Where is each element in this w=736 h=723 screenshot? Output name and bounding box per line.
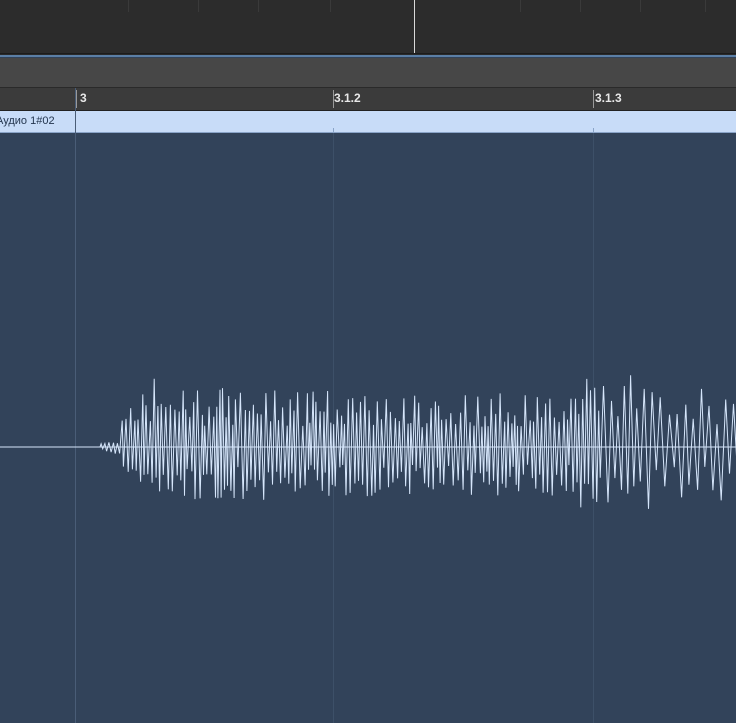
ruler-tick [76, 90, 77, 108]
overview-divider [520, 0, 521, 12]
waveform-path [0, 375, 736, 509]
overview-divider [330, 0, 331, 12]
region-name: Аудио 1#02 [0, 115, 55, 127]
header-tick [333, 128, 334, 132]
ruler-tick [593, 90, 594, 108]
playhead[interactable] [414, 0, 415, 53]
ruler-marker-3-1-3: 3.1.3 [595, 91, 622, 105]
audio-waveform[interactable] [0, 133, 736, 723]
overview-divider [705, 0, 706, 12]
timeline-ruler[interactable]: 3 3.1.2 3.1.3 [0, 88, 736, 111]
overview-divider [128, 0, 129, 12]
audio-region-header[interactable]: Аудио 1#02 [0, 111, 736, 133]
ruler-marker-3-1-2: 3.1.2 [334, 91, 361, 105]
overview-divider [258, 0, 259, 12]
ruler-marker-bar-3: 3 [80, 91, 87, 105]
overview-divider [198, 0, 199, 12]
tracks-overview-strip [0, 0, 736, 53]
overview-divider [640, 0, 641, 12]
overview-divider [580, 0, 581, 12]
selection-accent [0, 55, 736, 57]
header-tick [593, 128, 594, 132]
editor-toolbar-bar [0, 58, 736, 88]
